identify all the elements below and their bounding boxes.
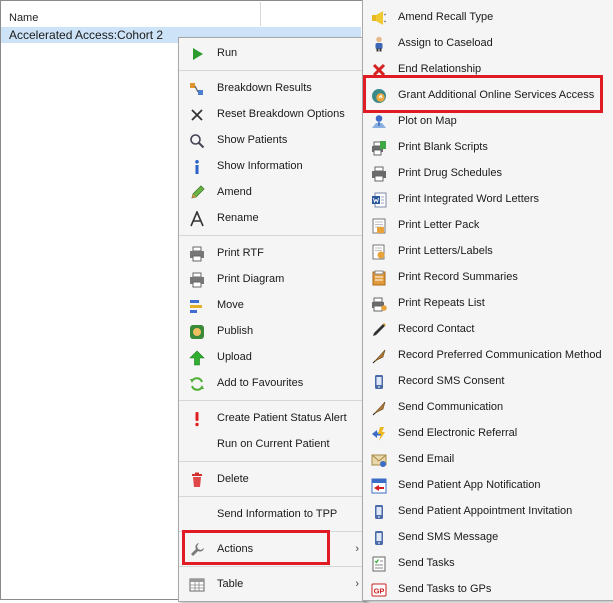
menu-separator <box>179 496 365 497</box>
mobile-phone-icon <box>375 531 383 545</box>
action-send-tasks-gps[interactable]: GP Send Tasks to GPs <box>363 577 613 603</box>
quill-icon <box>372 349 386 364</box>
list-header: Name <box>1 1 361 28</box>
word-document-icon <box>372 192 387 208</box>
row-name: Accelerated Access:Cohort 2 <box>9 28 164 42</box>
move-icon <box>190 300 202 313</box>
submenu-arrow-icon: › <box>355 578 359 590</box>
print-repeats-icon <box>372 297 387 312</box>
menu-item-move[interactable]: Move <box>179 293 365 319</box>
action-send-electronic-referral[interactable]: Send Electronic Referral <box>363 421 613 447</box>
action-send-app-notification[interactable]: Send Patient App Notification <box>363 473 613 499</box>
action-record-sms-consent[interactable]: Record SMS Consent <box>363 369 613 395</box>
action-send-email[interactable]: Send Email <box>363 447 613 473</box>
task-list-icon <box>372 556 386 572</box>
menu-item-create-alert[interactable]: Create Patient Status Alert <box>179 406 365 432</box>
action-print-word-letters[interactable]: Print Integrated Word Letters <box>363 187 613 213</box>
action-print-record-summaries[interactable]: Print Record Summaries <box>363 265 613 291</box>
context-menu: Run Breakdown Results Reset Breakdown Op… <box>178 37 366 602</box>
close-x-icon <box>191 109 203 121</box>
svg-text:GP: GP <box>374 587 385 596</box>
action-send-communication[interactable]: Send Communication <box>363 395 613 421</box>
menu-item-print-diagram[interactable]: Print Diagram <box>179 267 365 293</box>
app-notification-icon <box>371 478 387 494</box>
menu-item-amend[interactable]: Amend <box>179 180 365 206</box>
column-separator[interactable] <box>260 2 261 26</box>
menu-separator <box>179 566 365 567</box>
menu-item-reset-breakdown[interactable]: Reset Breakdown Options <box>179 102 365 128</box>
highlight-box-actions <box>182 530 330 565</box>
recall-megaphone-icon <box>372 11 387 25</box>
menu-item-send-info-tpp[interactable]: Send Information to TPP <box>179 502 365 528</box>
menu-item-publish[interactable]: Publish <box>179 319 365 345</box>
menu-separator <box>179 400 365 401</box>
menu-item-table[interactable]: Table › <box>179 572 365 598</box>
quill-icon <box>372 401 386 416</box>
menu-item-print-rtf[interactable]: Print RTF <box>179 241 365 267</box>
letters-labels-icon <box>372 244 385 260</box>
electronic-referral-icon <box>372 427 385 441</box>
name-column-header[interactable]: Name <box>9 12 38 24</box>
menu-item-show-patients[interactable]: Show Patients <box>179 128 365 154</box>
exclamation-icon <box>195 412 199 427</box>
gp-task-icon: GP <box>371 583 387 597</box>
letter-pack-icon <box>372 218 386 234</box>
email-envelope-icon <box>371 454 387 467</box>
action-record-contact[interactable]: Record Contact <box>363 317 613 343</box>
record-summary-icon <box>372 270 386 286</box>
menu-item-rename[interactable]: Rename <box>179 206 365 232</box>
person-icon <box>375 36 383 52</box>
submenu-arrow-icon: › <box>355 543 359 555</box>
printer-icon <box>190 246 204 262</box>
publish-icon <box>190 325 204 339</box>
menu-separator <box>179 70 365 71</box>
map-pin-icon <box>372 115 386 128</box>
mobile-phone-icon <box>375 375 383 389</box>
menu-item-upload[interactable]: Upload <box>179 345 365 371</box>
upload-arrow-icon <box>189 350 205 366</box>
action-record-preferred-comm[interactable]: Record Preferred Communication Method <box>363 343 613 369</box>
printer-icon <box>190 272 204 288</box>
refresh-favourite-icon <box>190 377 204 391</box>
action-print-letters-labels[interactable]: Print Letters/Labels <box>363 239 613 265</box>
menu-item-show-information[interactable]: Show Information <box>179 154 365 180</box>
pen-icon <box>373 323 386 336</box>
action-print-repeats-list[interactable]: Print Repeats List <box>363 291 613 317</box>
pencil-icon <box>191 185 205 199</box>
menu-item-add-favourites[interactable]: Add to Favourites <box>179 371 365 397</box>
print-scripts-icon <box>372 141 386 156</box>
highlight-box-grant-access <box>363 75 603 113</box>
search-icon <box>190 134 205 149</box>
rename-text-icon <box>190 211 204 227</box>
action-print-letter-pack[interactable]: Print Letter Pack <box>363 213 613 239</box>
action-amend-recall-type[interactable]: Amend Recall Type <box>363 5 613 31</box>
menu-separator <box>179 461 365 462</box>
action-print-drug-schedules[interactable]: Print Drug Schedules <box>363 161 613 187</box>
mobile-phone-icon <box>375 505 383 519</box>
menu-item-run-current[interactable]: Run on Current Patient <box>179 432 365 458</box>
breakdown-icon <box>190 83 203 95</box>
action-send-sms[interactable]: Send SMS Message <box>363 525 613 551</box>
menu-separator <box>179 235 365 236</box>
trash-icon <box>192 472 202 487</box>
menu-item-delete[interactable]: Delete <box>179 467 365 493</box>
action-send-tasks[interactable]: Send Tasks <box>363 551 613 577</box>
printer-icon <box>372 166 386 182</box>
menu-item-run[interactable]: Run <box>179 41 365 67</box>
action-print-blank-scripts[interactable]: Print Blank Scripts <box>363 135 613 161</box>
action-assign-caseload[interactable]: Assign to Caseload <box>363 31 613 57</box>
menu-item-breakdown-results[interactable]: Breakdown Results <box>179 76 365 102</box>
action-send-appointment-invitation[interactable]: Send Patient Appointment Invitation <box>363 499 613 525</box>
table-icon <box>189 578 205 592</box>
info-icon <box>195 160 199 174</box>
play-icon <box>193 48 203 60</box>
